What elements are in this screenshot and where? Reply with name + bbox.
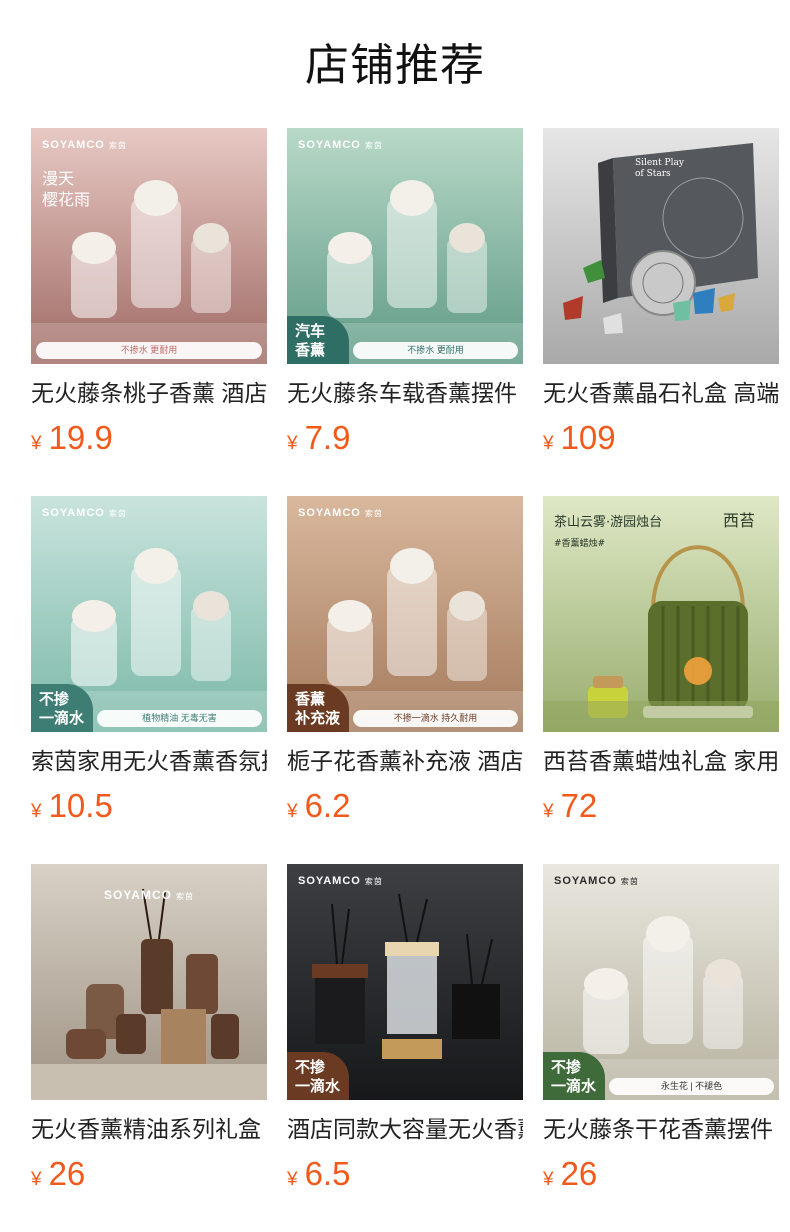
product-price: ¥19.9 — [31, 416, 113, 460]
corner-badge: 香薰 补充液 — [287, 684, 349, 732]
product-name[interactable]: 西苔香薰蜡烛礼盒 家用 — [543, 745, 779, 777]
brand-logo-cn: 索茵 — [175, 892, 194, 901]
price-value: 6.2 — [304, 787, 351, 824]
price-value: 109 — [560, 419, 616, 456]
product-price: ¥109 — [543, 416, 616, 460]
feature-banner: 永生花 | 不褪色 — [609, 1078, 774, 1095]
image-subcaption: #香薰蜡烛# — [554, 539, 606, 549]
product-price: ¥72 — [543, 784, 597, 828]
corner-badge: 不掺 一滴水 — [31, 684, 93, 732]
product-name[interactable]: 酒店同款大容量无火香薰 — [287, 1113, 523, 1145]
currency-symbol: ¥ — [287, 1169, 298, 1190]
product-card[interactable]: 茶山云雾·游园烛台 #香薰蜡烛# 西苔西苔香薰蜡烛礼盒 家用 ¥72 — [543, 496, 779, 836]
product-name[interactable]: 索茵家用无火香薰香氛摆件 — [31, 745, 267, 777]
product-image[interactable]: SOYAMCO 索茵不掺一滴水 持久耐用 香薰 补充液 — [287, 496, 523, 732]
brand-logo: SOYAMCO 索茵 — [42, 139, 127, 151]
product-image[interactable]: SOYAMCO 索茵植物精油 无毒无害 不掺 一滴水 — [31, 496, 267, 732]
product-card[interactable]: SOYAMCO 索茵不掺水 更耐用 汽车 香薰无火藤条车载香薰摆件 ¥7.9 — [287, 128, 523, 468]
currency-symbol: ¥ — [287, 801, 298, 822]
product-price: ¥6.5 — [287, 1152, 350, 1196]
image-caption: 茶山云雾·游园烛台 — [554, 515, 663, 530]
price-value: 72 — [560, 787, 598, 824]
product-image[interactable]: SOYAMCO 索茵 — [31, 864, 267, 1100]
price-value: 19.9 — [48, 419, 113, 456]
price-value: 26 — [48, 1155, 86, 1192]
product-card[interactable]: SOYAMCO索茵不掺一滴水 持久耐用香薰 补充液栀子花香薰补充液 酒店同款 ¥6… — [287, 496, 523, 836]
product-card[interactable]: SOYAMCO索茵漫天 樱花雨不掺水 更耐用无火藤条桃子香薰 酒店同款 ¥19.9 — [31, 128, 267, 468]
price-value: 6.5 — [304, 1155, 351, 1192]
brand-logo: SOYAMCO 索茵 — [298, 139, 383, 151]
product-price: ¥6.2 — [287, 784, 350, 828]
brand-logo-cn: 索茵 — [364, 509, 383, 518]
recommendations-page: 店铺推荐 SOYAMCO索茵漫天 樱花雨不掺水 更耐用无火藤条桃子香薰 酒店同款… — [0, 0, 790, 1232]
feature-banner: 不掺一滴水 持久耐用 — [353, 710, 518, 727]
currency-symbol: ¥ — [543, 1169, 554, 1190]
product-card[interactable]: SOYAMCO 索茵永生花 | 不褪色 不掺 一滴水无火藤条干花香薰摆件 ¥26 — [543, 864, 779, 1204]
product-price: ¥10.5 — [31, 784, 113, 828]
product-price: ¥26 — [31, 1152, 85, 1196]
price-value: 26 — [560, 1155, 598, 1192]
currency-symbol: ¥ — [543, 801, 554, 822]
price-value: 7.9 — [304, 419, 351, 456]
product-price: ¥7.9 — [287, 416, 350, 460]
brand-logo: SOYAMCO 索茵 — [31, 888, 267, 902]
feature-banner: 不掺水 更耐用 — [353, 342, 518, 359]
brand-logo: SOYAMCO 索茵 — [42, 507, 127, 519]
product-name[interactable]: 无火香薰精油系列礼盒 — [31, 1113, 267, 1145]
product-image[interactable]: 茶山云雾·游园烛台 #香薰蜡烛# 西苔 — [543, 496, 779, 732]
brand-logo-mark: SOYAMCO — [42, 507, 105, 519]
product-image[interactable]: SOYAMCO 索茵不掺水 更耐用 汽车 香薰 — [287, 128, 523, 364]
product-image[interactable]: SOYAMCO 索茵漫天 樱花雨不掺水 更耐用 — [31, 128, 267, 364]
product-card[interactable]: SOYAMCO索茵植物精油 无毒无害不掺 一滴水索茵家用无火香薰香氛摆件 ¥10.… — [31, 496, 267, 836]
currency-symbol: ¥ — [31, 1169, 42, 1190]
product-name[interactable]: 无火藤条干花香薰摆件 — [543, 1113, 779, 1145]
brand-name: 西苔 — [723, 511, 756, 530]
brand-logo-cn: 索茵 — [108, 141, 127, 150]
product-card[interactable]: SOYAMCO 索茵不掺 一滴水酒店同款大容量无火香薰 ¥6.5 — [287, 864, 523, 1204]
product-card[interactable]: SOYAMCO 索茵无火香薰精油系列礼盒 ¥26 — [31, 864, 267, 1204]
product-image[interactable]: Silent Play of Stars — [543, 128, 779, 364]
brand-logo-mark: SOYAMCO — [298, 875, 361, 887]
brand-logo-mark: SOYAMCO — [298, 507, 361, 519]
product-price: ¥26 — [543, 1152, 597, 1196]
brand-logo-cn: 索茵 — [620, 877, 639, 886]
product-name[interactable]: 无火香薰晶石礼盒 高端礼物 — [543, 377, 779, 409]
brand-logo-cn: 索茵 — [108, 509, 127, 518]
product-image[interactable]: SOYAMCO 索茵永生花 | 不褪色 不掺 一滴水 — [543, 864, 779, 1100]
product-card[interactable]: Silent Play of Stars 无火香薰晶石礼盒 高端礼物 ¥109 — [543, 128, 779, 468]
currency-symbol: ¥ — [31, 433, 42, 454]
feature-banner: 不掺水 更耐用 — [36, 342, 262, 359]
product-image[interactable]: SOYAMCO 索茵不掺 一滴水 — [287, 864, 523, 1100]
brand-logo-cn: 索茵 — [364, 141, 383, 150]
brand-logo-cn: 索茵 — [364, 877, 383, 886]
currency-symbol: ¥ — [287, 433, 298, 454]
corner-badge: 不掺 一滴水 — [287, 1052, 349, 1100]
image-caption: 漫天 樱花雨 — [42, 169, 91, 209]
brand-logo-mark: SOYAMCO — [42, 139, 105, 151]
currency-symbol: ¥ — [543, 433, 554, 454]
currency-symbol: ¥ — [31, 801, 42, 822]
brand-logo-mark: SOYAMCO — [298, 139, 361, 151]
price-value: 10.5 — [48, 787, 113, 824]
brand-logo-mark: SOYAMCO — [554, 875, 617, 887]
corner-badge: 汽车 香薰 — [287, 316, 349, 364]
product-name[interactable]: 栀子花香薰补充液 酒店同款 — [287, 745, 523, 777]
page-title: 店铺推荐 — [305, 41, 485, 90]
corner-badge: 不掺 一滴水 — [543, 1052, 605, 1100]
brand-logo: SOYAMCO 索茵 — [298, 507, 383, 519]
box-title: Silent Play of Stars — [635, 158, 684, 179]
feature-banner: 植物精油 无毒无害 — [97, 710, 262, 727]
brand-logo-mark: SOYAMCO — [104, 888, 172, 902]
product-name[interactable]: 无火藤条桃子香薰 酒店同款 — [31, 377, 267, 409]
product-name[interactable]: 无火藤条车载香薰摆件 — [287, 377, 523, 409]
brand-logo: SOYAMCO 索茵 — [554, 875, 639, 887]
brand-logo: SOYAMCO 索茵 — [298, 875, 383, 887]
